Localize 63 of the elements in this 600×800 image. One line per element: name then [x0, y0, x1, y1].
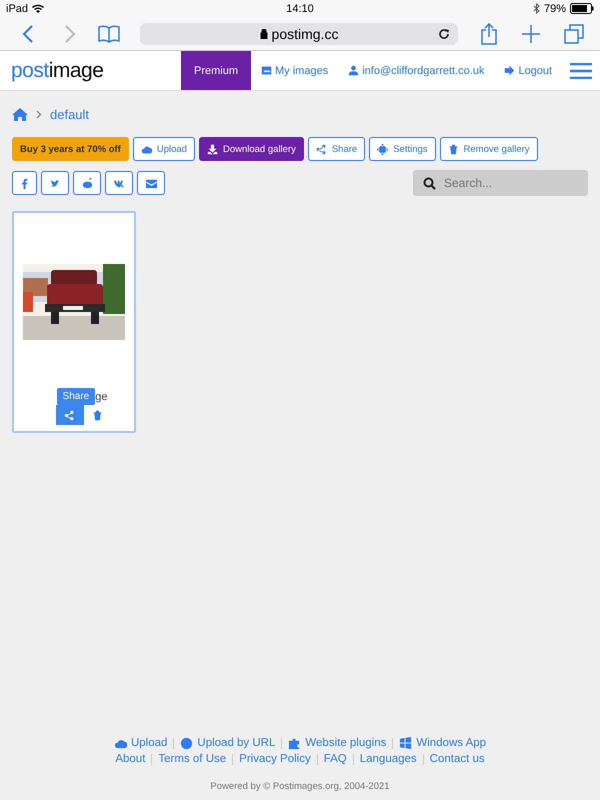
bluetooth-icon [532, 3, 540, 14]
footer-link[interactable]: Terms of Use [158, 751, 226, 767]
image-card[interactable]: Share ge [12, 211, 136, 433]
book-icon[interactable] [98, 24, 120, 42]
share-button[interactable] [56, 405, 84, 425]
share-tooltip: Share [56, 388, 96, 405]
reddit-icon [80, 176, 94, 190]
address-bar[interactable]: postimg.cc [140, 22, 458, 44]
device-name: iPad [6, 2, 28, 14]
copyright-text: Powered by © Postimages.org, 2004-2021 [210, 781, 390, 792]
url-text: postimg.cc [260, 26, 338, 42]
nav-link[interactable]: info@cliffordgarrett.co.uk [338, 51, 494, 90]
windows-icon [399, 736, 412, 750]
footer-link[interactable]: FAQ [324, 751, 347, 767]
action-button[interactable]: Upload [132, 137, 195, 161]
search-field[interactable]: Search... [413, 170, 588, 196]
action-button[interactable]: Buy 3 years at 70% off [12, 137, 129, 161]
twitter-button[interactable] [41, 171, 69, 195]
download-icon [206, 144, 218, 154]
reddit-button[interactable] [73, 171, 101, 195]
chevron-icon [36, 110, 42, 118]
footer-link[interactable]: Windows App [399, 735, 486, 751]
reload-icon[interactable] [438, 28, 450, 40]
lock-icon [260, 28, 268, 38]
action-button[interactable]: Share [308, 137, 366, 161]
wifi-icon [32, 4, 44, 14]
footer-link[interactable]: Contact us [430, 751, 485, 767]
home-icon[interactable] [12, 107, 28, 121]
plus-icon[interactable] [522, 24, 540, 42]
logo[interactable]: postimage [0, 51, 181, 90]
menu-icon[interactable] [570, 62, 592, 78]
action-button[interactable]: Download gallery [198, 137, 304, 161]
share-icon[interactable] [480, 22, 498, 44]
trash-icon[interactable] [92, 410, 102, 420]
battery-percent: 79% [544, 2, 566, 14]
footer-link[interactable]: Languages [360, 751, 417, 767]
vk-button[interactable] [105, 171, 133, 195]
clock: 14:10 [286, 2, 314, 14]
footer-link[interactable]: About [115, 751, 146, 767]
share-icon [64, 410, 75, 420]
back-icon[interactable] [22, 24, 34, 42]
battery-icon [570, 3, 594, 14]
footer-link[interactable]: Upload [114, 735, 168, 751]
action-button[interactable]: Remove gallery [440, 137, 538, 161]
logout-icon [504, 65, 516, 76]
breadcrumb-link[interactable]: default [50, 106, 90, 122]
upload-icon [140, 144, 152, 154]
images-icon [261, 65, 272, 76]
image-caption: ge [95, 390, 108, 402]
footer-link[interactable]: Privacy Policy [239, 751, 311, 767]
tabs-icon[interactable] [564, 24, 584, 44]
footer-link[interactable]: Upload by URL [180, 735, 276, 751]
remove-icon [448, 144, 459, 154]
footer-link[interactable]: Website plugins [288, 735, 386, 751]
user-icon [348, 65, 360, 76]
settings-icon [377, 144, 388, 154]
facebook-button[interactable] [12, 171, 37, 195]
nav-link[interactable]: Logout [494, 51, 562, 90]
nav-link[interactable]: My images [251, 51, 338, 90]
email-button[interactable] [137, 171, 165, 195]
share-icon [316, 144, 327, 154]
puzzle-icon [288, 736, 302, 750]
action-button[interactable]: Settings [369, 137, 436, 161]
